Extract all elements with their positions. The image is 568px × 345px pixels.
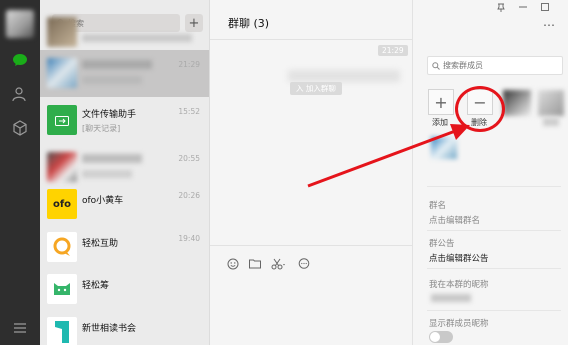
- member-avatar[interactable]: [431, 137, 457, 159]
- emoji-icon[interactable]: [226, 257, 239, 270]
- conversation-item[interactable]: ofo ofo小黄车 20:26: [40, 181, 209, 228]
- conversation-item[interactable]: 新世相读书会: [40, 309, 209, 345]
- conversation-name: ofo小黄车: [82, 196, 124, 206]
- message-timestamp: 21:29: [378, 45, 408, 56]
- my-avatar[interactable]: [6, 10, 34, 38]
- chat-bubble-icon: [53, 237, 71, 256]
- qingsongchou-logo: [47, 274, 77, 304]
- conversation-name: [82, 60, 152, 69]
- conversation-preview: [82, 76, 142, 84]
- show-nickname-toggle[interactable]: [429, 331, 453, 343]
- conversation-name: 轻松互助: [82, 239, 119, 249]
- conversation-time: 21:29: [178, 60, 200, 69]
- conversation-item[interactable]: 轻松互助 19:40: [40, 224, 209, 271]
- conversation-time: 15:52: [178, 107, 200, 116]
- member-search[interactable]: [427, 56, 563, 75]
- conversation-name: [82, 154, 142, 163]
- more-options-icon[interactable]: ⋯: [543, 18, 556, 32]
- divider: [427, 310, 561, 311]
- folder-icon[interactable]: [248, 257, 261, 270]
- group-name-label: 群名: [429, 201, 447, 211]
- minimize-icon[interactable]: [519, 3, 527, 14]
- cat-face-icon: [54, 283, 70, 295]
- divider: [210, 39, 412, 40]
- member-search-input[interactable]: [443, 61, 553, 70]
- favorites-icon[interactable]: [0, 114, 40, 142]
- member-avatar[interactable]: [538, 90, 564, 116]
- conversation-preview: [聊天记录]: [82, 124, 121, 133]
- search-icon: [432, 61, 440, 70]
- folder-arrow-icon: [55, 115, 69, 126]
- conversation-item[interactable]: 文件传输助手 [聊天记录] 15:52: [40, 97, 209, 144]
- blurred-message: [288, 70, 400, 82]
- file-transfer-avatar: [47, 105, 77, 135]
- conversation-time: 19:40: [178, 234, 200, 243]
- conversation-name: 文件传输助手: [82, 110, 137, 120]
- conversation-preview: [82, 170, 132, 178]
- maximize-icon[interactable]: [541, 3, 549, 14]
- avatar: [47, 58, 77, 88]
- system-message: 入 加入群聊: [290, 82, 342, 95]
- chat-icon[interactable]: [0, 46, 40, 74]
- announcement-value[interactable]: 点击编辑群公告: [429, 252, 489, 264]
- conversation-name: [82, 34, 192, 42]
- annotation-circle: [455, 86, 505, 132]
- conversation-time: 20:55: [178, 154, 200, 163]
- avatar: [47, 17, 77, 47]
- app-sidebar: [0, 0, 40, 345]
- add-member-button[interactable]: +: [428, 89, 454, 115]
- add-member-label: 添加: [432, 118, 448, 127]
- chat-history-icon[interactable]: [297, 257, 310, 270]
- member-name: [543, 118, 559, 126]
- conversation-time: 20:26: [178, 191, 200, 200]
- member-avatar[interactable]: [503, 90, 531, 116]
- ofo-logo: ofo: [47, 189, 77, 219]
- conversation-name: 轻松筹: [82, 281, 110, 291]
- conversation-list: + 21:29 文件传输助手 [聊天记录] 15:52 20:55 ofo of…: [40, 0, 210, 345]
- divider: [427, 186, 561, 187]
- menu-icon[interactable]: [0, 314, 40, 342]
- qingsong-huzhu-logo: [47, 232, 77, 262]
- conversation-item[interactable]: 轻松筹: [40, 266, 209, 313]
- nickname-value[interactable]: [431, 294, 471, 302]
- chat-toolbar: [226, 257, 310, 270]
- search-input[interactable]: [68, 18, 168, 28]
- chat-area: 群聊 (3) 21:29 入 加入群聊: [210, 0, 412, 345]
- screenshot-scissors-icon[interactable]: [270, 257, 288, 270]
- divider: [427, 230, 561, 231]
- chat-title: 群聊 (3): [228, 17, 270, 30]
- pin-icon[interactable]: [497, 3, 505, 15]
- add-chat-button[interactable]: +: [185, 14, 203, 32]
- group-name-value[interactable]: 点击编辑群名: [429, 214, 480, 226]
- book-icon: [55, 321, 69, 343]
- announcement-label: 群公告: [429, 239, 455, 249]
- contacts-icon[interactable]: [0, 80, 40, 108]
- divider: [210, 245, 412, 246]
- group-info-panel: ⋯ + 添加 − 删除 群名 点击编辑群名 群公告 点击编辑群公告 我在本群的昵…: [412, 0, 568, 345]
- conversation-name: 新世相读书会: [82, 324, 137, 334]
- xinshixiang-logo: [47, 317, 77, 345]
- divider: [427, 268, 561, 269]
- avatar: [47, 152, 77, 182]
- show-nickname-label: 显示群成员昵称: [429, 319, 489, 329]
- conversation-item[interactable]: 21:29: [40, 50, 209, 97]
- nickname-label: 我在本群的昵称: [429, 280, 489, 290]
- conversation-item[interactable]: [40, 17, 209, 47]
